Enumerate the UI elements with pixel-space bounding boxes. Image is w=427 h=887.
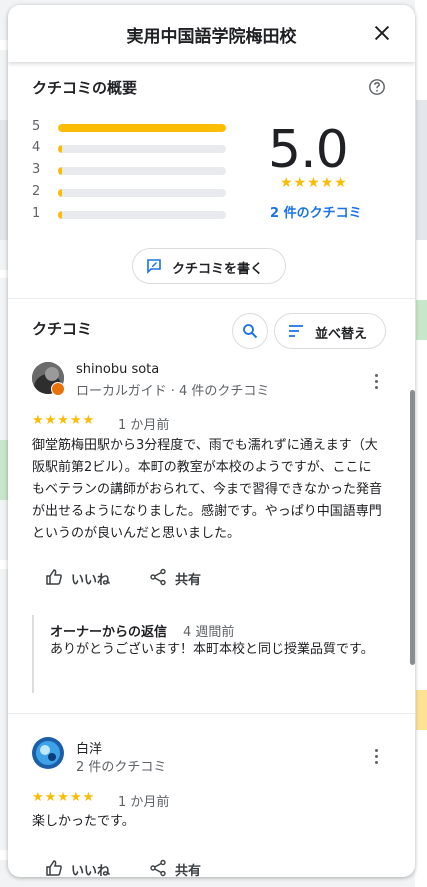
close-icon[interactable] <box>371 22 393 44</box>
reviewer-name[interactable]: shinobu sota <box>76 362 159 377</box>
share-icon <box>150 568 166 586</box>
thumbs-up-icon <box>46 569 62 585</box>
rating-bar-track <box>58 211 226 219</box>
rating-bar-row: 3 <box>32 162 232 177</box>
rating-bar-fill <box>58 211 62 219</box>
review-stars: ★★★★★ <box>32 413 96 428</box>
reviewer-subtitle[interactable]: 2 件のクチコミ <box>76 756 166 775</box>
rating-bar-label: 2 <box>32 184 41 199</box>
write-review-button[interactable]: クチコミを書く <box>132 248 286 284</box>
average-rating: 5.0 <box>268 120 349 180</box>
review-time: 1 か月前 <box>118 418 170 433</box>
write-review-label: クチコミを書く <box>172 262 264 277</box>
owner-reply-title: オーナーからの返信 <box>50 625 168 640</box>
rating-bar-label: 4 <box>32 140 41 155</box>
rating-bar-label: 5 <box>32 119 41 134</box>
rating-bar-fill <box>58 124 226 132</box>
edit-review-icon <box>147 259 161 274</box>
owner-reply-time: 4 週間前 <box>183 625 235 640</box>
sort-icon <box>289 325 303 337</box>
owner-reply-text: ありがとうございます！本町本校と同じ授業品質です。 <box>50 642 374 657</box>
review-text: 御堂筋梅田駅から3分程度で、雨でも濡れずに通えます（大阪駅前第2ビル）。本町の教… <box>32 438 382 541</box>
rating-bar-row: 2 <box>32 184 232 199</box>
divider <box>8 713 415 714</box>
rating-bar-label: 1 <box>32 206 41 221</box>
average-stars: ★★★★★ <box>280 175 348 191</box>
review-stars: ★★★★★ <box>32 790 96 805</box>
help-icon[interactable] <box>368 78 386 96</box>
more-options-icon[interactable] <box>373 749 379 765</box>
panel-header: 実用中国語学院梅田校 <box>8 5 415 62</box>
summary-title: クチコミの概要 <box>32 79 138 97</box>
like-label: いいね <box>71 864 111 877</box>
like-button[interactable]: いいね <box>45 566 125 590</box>
like-label: いいね <box>71 573 111 588</box>
search-reviews-button[interactable] <box>232 313 268 349</box>
rating-bar-row: 1 <box>32 206 232 221</box>
rating-bar-track <box>58 124 226 132</box>
share-label: 共有 <box>175 864 202 877</box>
review-text: 楽しかったです。 <box>32 814 135 829</box>
rating-bar-row: 5 <box>32 119 232 134</box>
rating-bar-fill <box>58 167 62 175</box>
owner-reply-rule <box>32 615 34 693</box>
share-button[interactable]: 共有 <box>149 566 219 590</box>
rating-bar-track <box>58 167 226 175</box>
search-icon <box>243 324 258 339</box>
scrollbar[interactable] <box>410 390 415 665</box>
rating-bar-track <box>58 189 226 197</box>
divider <box>8 298 415 299</box>
reviews-title: クチコミ <box>32 320 93 338</box>
sort-label: 並べ替え <box>315 327 368 342</box>
more-options-icon[interactable] <box>373 374 379 390</box>
share-button[interactable]: 共有 <box>149 857 219 877</box>
rating-bar-track <box>58 145 226 153</box>
share-label: 共有 <box>175 573 202 588</box>
review-count-link[interactable]: 2 件のクチコミ <box>270 202 362 221</box>
thumbs-up-icon <box>46 860 62 876</box>
like-button[interactable]: いいね <box>45 857 125 877</box>
reviewer-name[interactable]: 白洋 <box>76 738 102 757</box>
reviews-panel: 実用中国語学院梅田校 クチコミの概要 5 4 3 2 1 5.0 ★★★★★ 2 件のク… <box>8 5 415 877</box>
share-icon <box>150 859 166 877</box>
avatar[interactable] <box>32 737 64 769</box>
place-title: 実用中国語学院梅田校 <box>126 27 297 47</box>
rating-bar-label: 3 <box>32 162 41 177</box>
rating-bar-fill <box>58 189 62 197</box>
reviewer-photo <box>32 737 64 769</box>
local-guide-badge <box>51 382 65 396</box>
reviewer-subtitle[interactable]: ローカルガイド · 4 件のクチコミ <box>76 380 269 399</box>
rating-bar-fill <box>58 145 62 153</box>
sort-button[interactable]: 並べ替え <box>274 313 386 349</box>
rating-bar-row: 4 <box>32 140 232 155</box>
review-time: 1 か月前 <box>118 795 170 810</box>
